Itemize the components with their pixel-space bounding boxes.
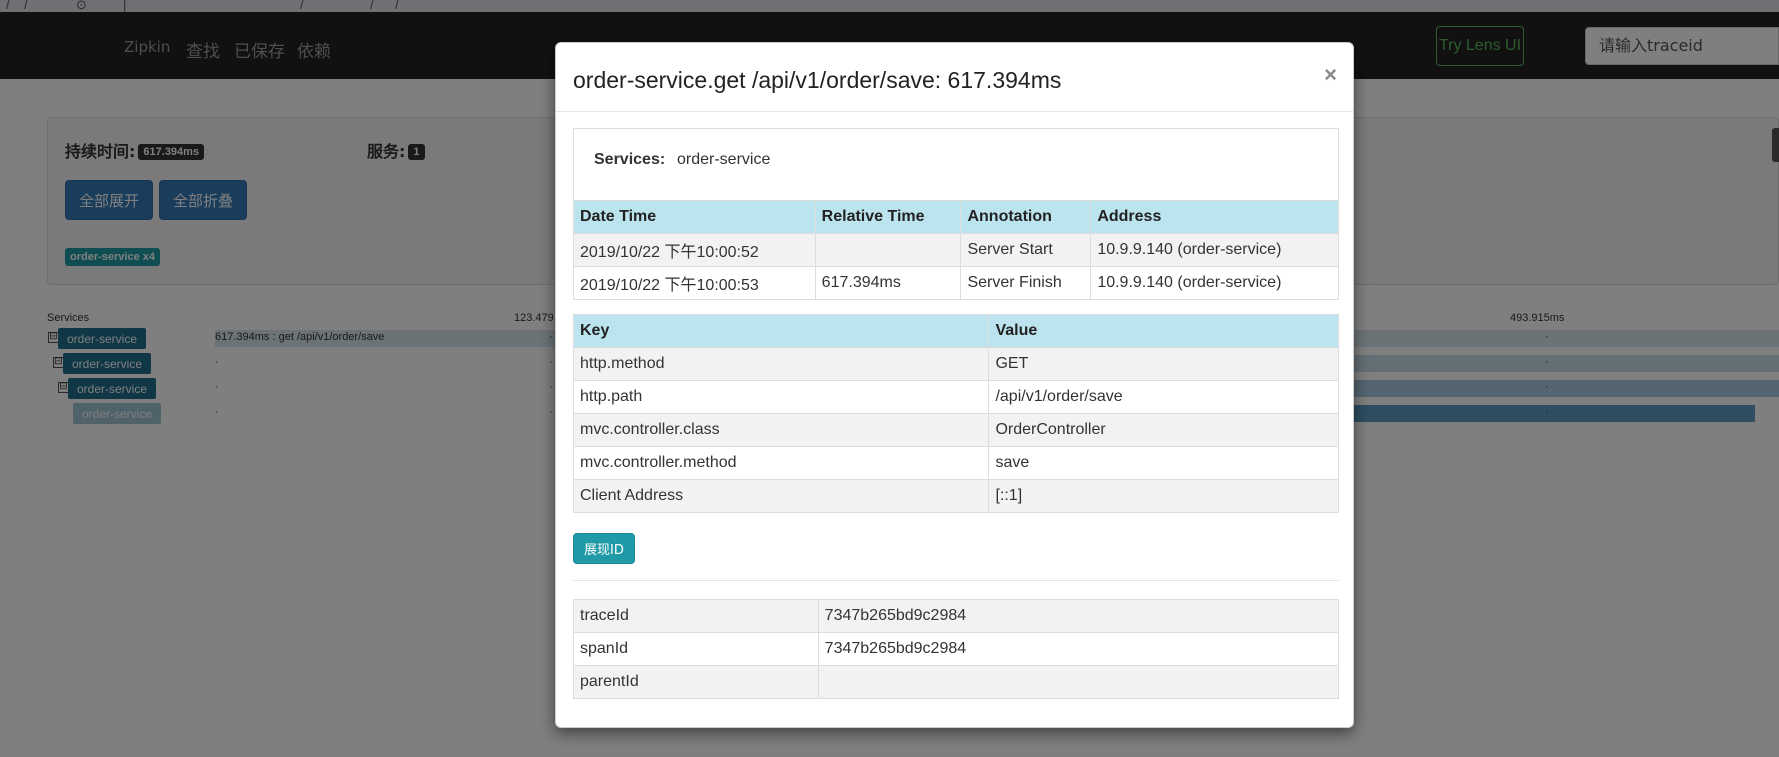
annotation-cell: Server Finish <box>960 266 1092 300</box>
id-value-cell: 7347b265bd9c2984 <box>817 599 1340 633</box>
table-row: 2019/10/22 下午10:00:53 617.394ms Server F… <box>573 266 1339 300</box>
services-label: Services: <box>594 151 666 168</box>
services-info: Services: order-service <box>573 128 1339 200</box>
id-key-cell: traceId <box>573 599 819 633</box>
table-header-row: Key Value <box>572 314 1339 348</box>
show-ids-button[interactable]: 展现ID <box>573 533 635 564</box>
column-header: Value <box>988 314 1339 348</box>
id-value-cell: 7347b265bd9c2984 <box>817 632 1340 666</box>
column-header: Relative Time <box>814 200 962 234</box>
ids-table: traceId 7347b265bd9c2984 spanId 7347b265… <box>573 599 1340 699</box>
modal-header: order-service.get /api/v1/order/save: 61… <box>556 43 1353 112</box>
address-cell: 10.9.9.140 (order-service) <box>1090 233 1339 267</box>
tags-table: Key Value http.method GET http.path /api… <box>572 314 1339 513</box>
date-time-cell: 2019/10/22 下午10:00:53 <box>573 266 816 300</box>
tag-key-cell: Client Address <box>572 479 990 513</box>
tag-value-cell: [::1] <box>988 479 1339 513</box>
table-row: mvc.controller.class OrderController <box>572 413 1339 447</box>
table-row: spanId 7347b265bd9c2984 <box>573 632 1340 666</box>
tag-key-cell: mvc.controller.class <box>572 413 990 447</box>
tag-value-cell: OrderController <box>988 413 1339 447</box>
divider <box>573 580 1339 581</box>
table-row: http.path /api/v1/order/save <box>572 380 1339 414</box>
address-cell: 10.9.9.140 (order-service) <box>1090 266 1339 300</box>
table-header-row: Date Time Relative Time Annotation Addre… <box>573 200 1339 234</box>
id-value-cell <box>817 665 1340 699</box>
tag-value-cell: GET <box>988 347 1339 381</box>
date-time-cell: 2019/10/22 下午10:00:52 <box>573 233 816 267</box>
annotation-cell: Server Start <box>960 233 1092 267</box>
table-row: http.method GET <box>572 347 1339 381</box>
column-header: Key <box>572 314 990 348</box>
modal-title: order-service.get /api/v1/order/save: 61… <box>573 67 1062 93</box>
relative-time-cell <box>814 233 962 267</box>
table-row: 2019/10/22 下午10:00:52 Server Start 10.9.… <box>573 233 1339 267</box>
tag-key-cell: mvc.controller.method <box>572 446 990 480</box>
table-row: mvc.controller.method save <box>572 446 1339 480</box>
tag-value-cell: /api/v1/order/save <box>988 380 1339 414</box>
tag-value-cell: save <box>988 446 1339 480</box>
id-key-cell: spanId <box>573 632 819 666</box>
column-header: Annotation <box>960 200 1092 234</box>
services-value: order-service <box>677 151 771 168</box>
column-header: Address <box>1090 200 1339 234</box>
close-icon[interactable]: × <box>1324 62 1337 88</box>
annotations-table: Date Time Relative Time Annotation Addre… <box>573 200 1339 300</box>
tag-key-cell: http.path <box>572 380 990 414</box>
id-key-cell: parentId <box>573 665 819 699</box>
table-row: parentId <box>573 665 1340 699</box>
column-header: Date Time <box>573 200 816 234</box>
relative-time-cell: 617.394ms <box>814 266 962 300</box>
span-detail-modal: order-service.get /api/v1/order/save: 61… <box>555 42 1354 728</box>
tag-key-cell: http.method <box>572 347 990 381</box>
table-row: traceId 7347b265bd9c2984 <box>573 599 1340 633</box>
table-row: Client Address [::1] <box>572 479 1339 513</box>
